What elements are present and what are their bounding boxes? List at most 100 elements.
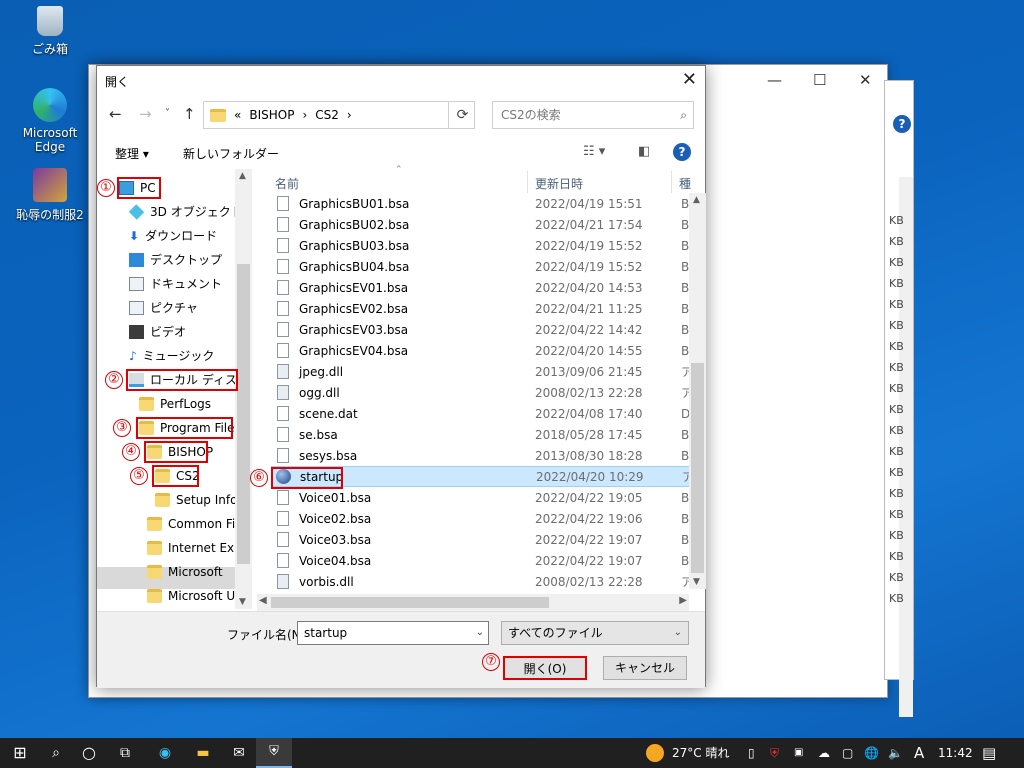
column-date[interactable]: 更新日時 [535,175,583,192]
chevron-left-icon[interactable]: ◀ [259,595,267,606]
dialog-titlebar: 開く ✕ [97,66,705,94]
close-icon[interactable]: ✕ [682,69,697,90]
usb-icon[interactable]: ▯ [748,738,755,768]
file-row[interactable]: GraphicsEV04.bsa 2022/04/20 14:55 BS [271,340,689,361]
windows-start-icon[interactable]: ⊞ [0,738,40,768]
file-row[interactable]: GraphicsBU04.bsa 2022/04/19 15:52 BS [271,256,689,277]
security-app-icon[interactable]: ⛨ [256,738,292,768]
up-icon[interactable]: ↑ [183,105,196,123]
file-row[interactable]: vorbis.dll 2008/02/13 22:28 ア [271,571,689,589]
recent-locations-icon[interactable]: ˅ [165,108,170,119]
mail-icon[interactable]: ✉ [222,738,256,768]
file-list-vertical-scrollbar[interactable]: ▲ ▼ [689,193,706,589]
new-folder-button[interactable]: 新しいフォルダー [183,145,279,162]
view-options-icon[interactable]: ☷ ▾ [583,144,605,159]
desktop-icon-edge[interactable]: Microsoft Edge [8,88,92,154]
file-row[interactable]: Voice03.bsa 2022/04/22 19:07 BS [271,529,689,550]
tree-item-videos[interactable]: ビデオ [129,321,186,343]
column-divider[interactable] [671,171,672,193]
refresh-icon[interactable]: ⟳ [448,101,476,129]
clock[interactable]: 11:42 [938,738,973,768]
file-row[interactable]: GraphicsBU01.bsa 2022/04/19 15:51 BS [271,193,689,214]
volume-icon[interactable]: 🔈 [888,738,903,768]
tree-item-desktop[interactable]: デスクトップ [129,249,222,271]
chevron-down-icon[interactable]: ⌄ [476,622,484,644]
breadcrumb-bishop[interactable]: BISHOP [249,108,294,122]
vmware-icon[interactable]: ▣ [794,738,803,768]
tree-item-documents[interactable]: ドキュメント [129,273,222,295]
column-type[interactable]: 種 [679,175,691,192]
notification-icon[interactable]: ▤ [982,738,996,768]
close-icon[interactable]: ✕ [859,71,872,89]
address-bar[interactable]: « BISHOP › CS2 › [203,101,475,129]
file-row[interactable]: sesys.bsa 2013/08/30 18:28 BS [271,445,689,466]
file-row[interactable]: jpeg.dll 2013/09/06 21:45 ア [271,361,689,382]
desktop-icon-game[interactable]: 恥辱の制服2 [8,168,92,223]
filename-input[interactable]: startup ⌄ [297,621,489,645]
desktop-icon-recycle-bin[interactable]: ごみ箱 [8,6,92,57]
back-icon[interactable]: ← [109,105,122,123]
filetype-select[interactable]: すべてのファイル ⌄ [501,621,689,645]
file-explorer-icon[interactable]: ▬ [186,738,220,768]
scrollbar-thumb[interactable] [237,264,250,564]
cortana-icon[interactable]: ○ [72,738,106,768]
file-row[interactable]: scene.dat 2022/04/08 17:40 DA [271,403,689,424]
preview-pane-icon[interactable]: ◧ [638,144,650,159]
chevron-down-icon[interactable]: ▼ [693,577,700,587]
help-icon[interactable]: ? [673,143,691,161]
minimize-icon[interactable]: — [767,71,782,89]
ime-indicator[interactable]: A [914,738,924,768]
annotation-box-startup [271,467,343,489]
task-view-icon[interactable]: ⧉ [108,738,142,768]
edge-icon[interactable]: ◉ [148,738,182,768]
tree-item-music[interactable]: ♪ ミュージック [129,345,214,367]
search-icon[interactable]: ⌕ [40,738,72,768]
cancel-button[interactable]: キャンセル [603,656,687,680]
device-icon[interactable]: ▢ [842,738,853,768]
file-row[interactable]: GraphicsEV03.bsa 2022/04/22 14:42 BS [271,319,689,340]
search-input[interactable]: CS2の検索 ⌕ [492,101,694,129]
column-divider[interactable] [527,171,528,193]
file-row[interactable]: GraphicsBU03.bsa 2022/04/19 15:52 BS [271,235,689,256]
weather-icon[interactable] [646,744,664,762]
file-row[interactable]: Voice02.bsa 2022/04/22 19:06 BS [271,508,689,529]
network-disconnected-icon[interactable]: ☁ [818,738,830,768]
file-list-header: ⌃ 名前 更新日時 種 [271,165,707,193]
globe-icon[interactable]: 🌐 [864,738,879,768]
tree-item-downloads[interactable]: ⬇ ダウンロード [129,225,217,247]
file-row[interactable]: GraphicsEV02.bsa 2022/04/21 11:25 BS [271,298,689,319]
open-button[interactable]: 開く(O) [503,656,587,680]
file-list-horizontal-scrollbar[interactable]: ◀ ▶ [257,594,689,611]
file-icon [277,259,289,274]
forward-icon[interactable]: → [139,105,152,123]
help-icon[interactable]: ? [893,115,911,133]
tree-item-common-files[interactable]: Common File [147,513,246,535]
breadcrumb-overflow[interactable]: « [234,108,241,122]
file-row[interactable]: GraphicsBU02.bsa 2022/04/21 17:54 BS [271,214,689,235]
file-row[interactable]: Voice04.bsa 2022/04/22 19:07 BS [271,550,689,571]
column-name[interactable]: 名前 [275,175,299,192]
file-row[interactable]: se.bsa 2018/05/28 17:45 BS [271,424,689,445]
tree-item-perflogs[interactable]: PerfLogs [139,393,211,415]
weather-text[interactable]: 27°C 晴れ [672,738,729,768]
file-row[interactable]: ogg.dll 2008/02/13 22:28 ア [271,382,689,403]
scrollbar-thumb[interactable] [271,597,549,608]
security-alert-icon[interactable]: ⛨ [770,738,779,768]
file-icon [277,448,289,463]
tree-item-microsoft-update[interactable]: Microsoft Up [147,585,243,607]
maximize-icon[interactable]: ☐ [813,71,826,89]
scrollbar-thumb[interactable] [691,363,704,573]
tree-item-microsoft[interactable]: Microsoft [147,561,223,583]
tree-item-3d-objects[interactable]: 3D オブジェクト [128,201,243,223]
chevron-up-icon[interactable]: ▲ [693,195,700,205]
tree-item-pictures[interactable]: ピクチャ [129,297,198,319]
organize-button[interactable]: 整理 ▾ [115,145,149,162]
breadcrumb-cs2[interactable]: CS2 [315,108,339,122]
dll-file-icon [277,574,289,589]
chevron-up-icon[interactable]: ▲ [239,171,246,181]
chevron-right-icon[interactable]: ▶ [679,595,687,606]
file-row[interactable]: GraphicsEV01.bsa 2022/04/20 14:53 BS [271,277,689,298]
chevron-down-icon[interactable]: ⌄ [674,622,682,644]
chevron-down-icon[interactable]: ▼ [239,597,246,607]
file-row[interactable]: Voice01.bsa 2022/04/22 19:05 BS [271,487,689,508]
